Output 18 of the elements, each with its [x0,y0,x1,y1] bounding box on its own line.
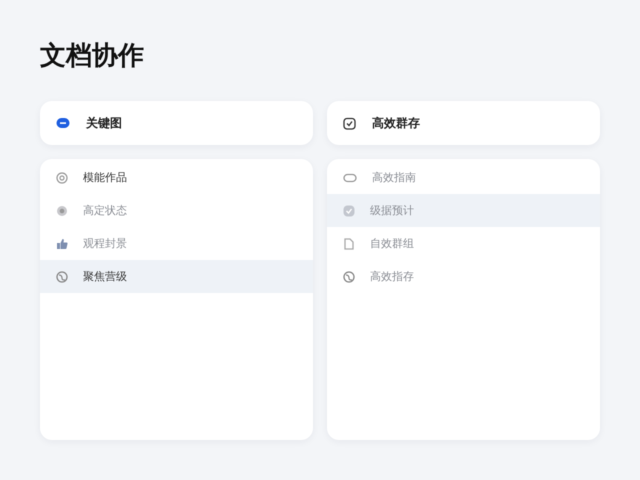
header-label: 高效群存 [372,114,420,132]
list-item[interactable]: 级据预计 [327,194,600,227]
header-label: 关键图 [86,114,122,132]
pill-icon [56,117,70,129]
list-item[interactable]: 模能作品 [40,161,313,194]
header-card[interactable]: 高效群存 [327,101,600,145]
disc-icon [56,204,68,216]
list-item[interactable]: 聚焦营级 [40,260,313,293]
list-item[interactable]: 高定状态 [40,194,313,227]
list-item[interactable]: 自效群组 [327,227,600,260]
thumbs-up-icon [56,238,68,250]
page-title: 文档协作 [40,40,145,72]
list-item[interactable]: 高效指存 [327,260,600,293]
header-card[interactable]: 关键图 [40,101,313,145]
list-item[interactable]: 高效指南 [327,161,600,194]
document-icon [343,238,355,250]
list-item[interactable]: 观程封景 [40,227,313,260]
badge-icon [343,204,355,216]
